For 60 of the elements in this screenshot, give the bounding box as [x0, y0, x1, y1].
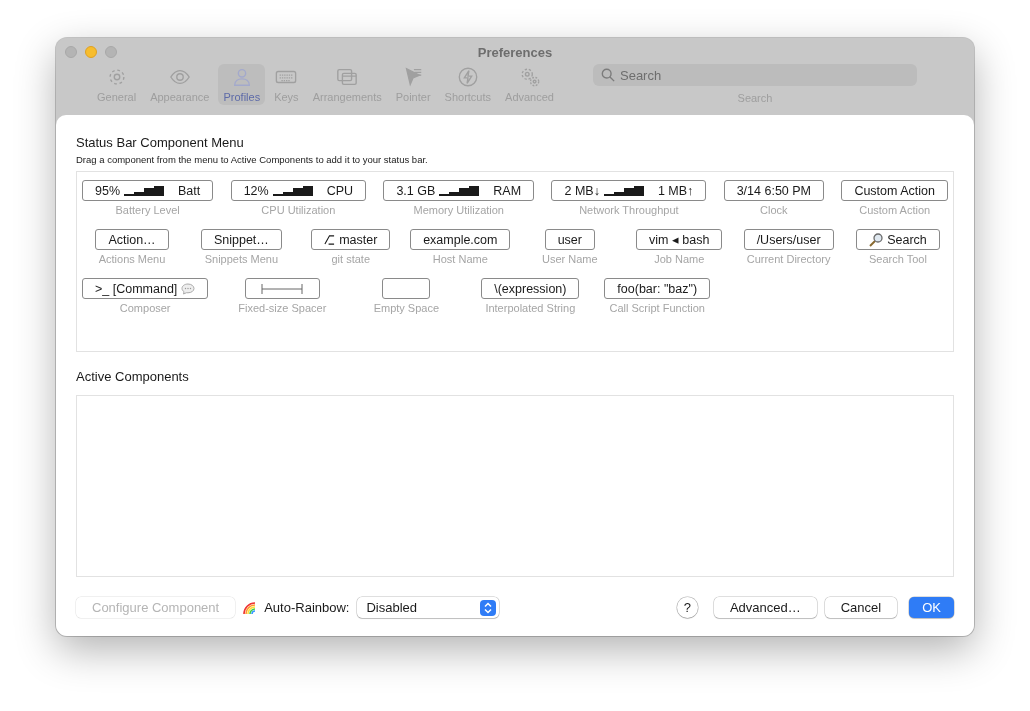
dialog-button[interactable]: Advanced…	[713, 597, 817, 618]
component-label: Battery Level	[115, 204, 180, 216]
component-chip[interactable]: Custom Action	[841, 180, 948, 201]
component-chip[interactable]: Search	[856, 229, 940, 250]
component-chip[interactable]: 3.1 GB RAM	[383, 180, 535, 201]
component-label: Current Directory	[746, 253, 831, 265]
component-label: CPU Utilization	[261, 204, 336, 216]
component-label: User Name	[542, 253, 598, 265]
component-chip[interactable]: foo(bar: "baz")	[604, 278, 711, 299]
component-chip[interactable]: master	[311, 229, 391, 250]
magnifier-icon	[869, 232, 884, 247]
component-label: Empty Space	[373, 302, 440, 314]
minimize-button[interactable]	[85, 46, 97, 58]
section-title: Status Bar Component Menu	[76, 135, 245, 150]
component-chip[interactable]: 2 MB↓ 1 MB↑	[551, 180, 707, 201]
component-label: Call Script Function	[609, 302, 705, 314]
component-label: Actions Menu	[98, 253, 166, 265]
component-label: Memory Utilization	[413, 204, 504, 216]
close-button[interactable]	[65, 46, 77, 58]
window-title: Preferences	[477, 45, 553, 60]
speech-bubble-icon	[181, 282, 196, 295]
component-chip[interactable]: Snippet…	[200, 229, 282, 250]
component-chip[interactable]: 3/14 6:50 PM	[723, 180, 825, 201]
lightning-icon	[456, 66, 479, 88]
component-chip[interactable]	[382, 278, 431, 299]
component-chip[interactable]: /Users/user	[743, 229, 834, 250]
windows-icon	[336, 66, 359, 88]
instruction-text: Drag a component from the menu to Active Components to add it to your status bar.	[76, 154, 429, 165]
component-chip[interactable]: Action…	[95, 229, 169, 250]
auto-rainbow-label: Auto-Rainbow:	[264, 600, 350, 615]
ok-button[interactable]: OK	[909, 597, 954, 618]
chevron-updown-icon	[480, 599, 497, 616]
component-label: Composer	[119, 302, 171, 314]
search-icon	[601, 68, 615, 82]
component-chip[interactable]: \(expression)	[481, 278, 580, 299]
component-label: Clock	[760, 204, 788, 216]
component-chip[interactable]: 12% CPU	[230, 180, 367, 201]
component-chip[interactable]: >_ [Command]	[82, 278, 209, 299]
help-button[interactable]: ?	[676, 597, 698, 618]
search-field[interactable]: Search	[593, 64, 917, 86]
component-chip[interactable]: 95% Batt	[82, 180, 214, 201]
component-chip[interactable]: vim ◂ bash	[635, 229, 723, 250]
component-label: Snippets Menu	[204, 253, 279, 265]
auto-rainbow-dropdown[interactable]: Disabled	[357, 597, 500, 618]
component-label: Fixed-size Spacer	[238, 302, 327, 314]
component-label: Host Name	[432, 253, 488, 265]
component-label: Job Name	[654, 253, 705, 265]
component-chip[interactable]	[244, 278, 320, 299]
branch-icon	[324, 234, 336, 245]
component-label: Interpolated String	[485, 302, 576, 314]
component-chip[interactable]: user	[544, 229, 595, 250]
component-label: git state	[331, 253, 370, 265]
zoom-button[interactable]	[105, 46, 117, 58]
component-label: Custom Action	[859, 204, 931, 216]
component-label: Search Tool	[869, 253, 927, 265]
component-label: Network Throughput	[579, 204, 679, 216]
spacer-width-icon	[261, 283, 304, 294]
component-chip[interactable]: example.com	[410, 229, 511, 250]
section-title: Active Components	[76, 369, 190, 384]
dialog-button[interactable]: Cancel	[824, 597, 898, 618]
